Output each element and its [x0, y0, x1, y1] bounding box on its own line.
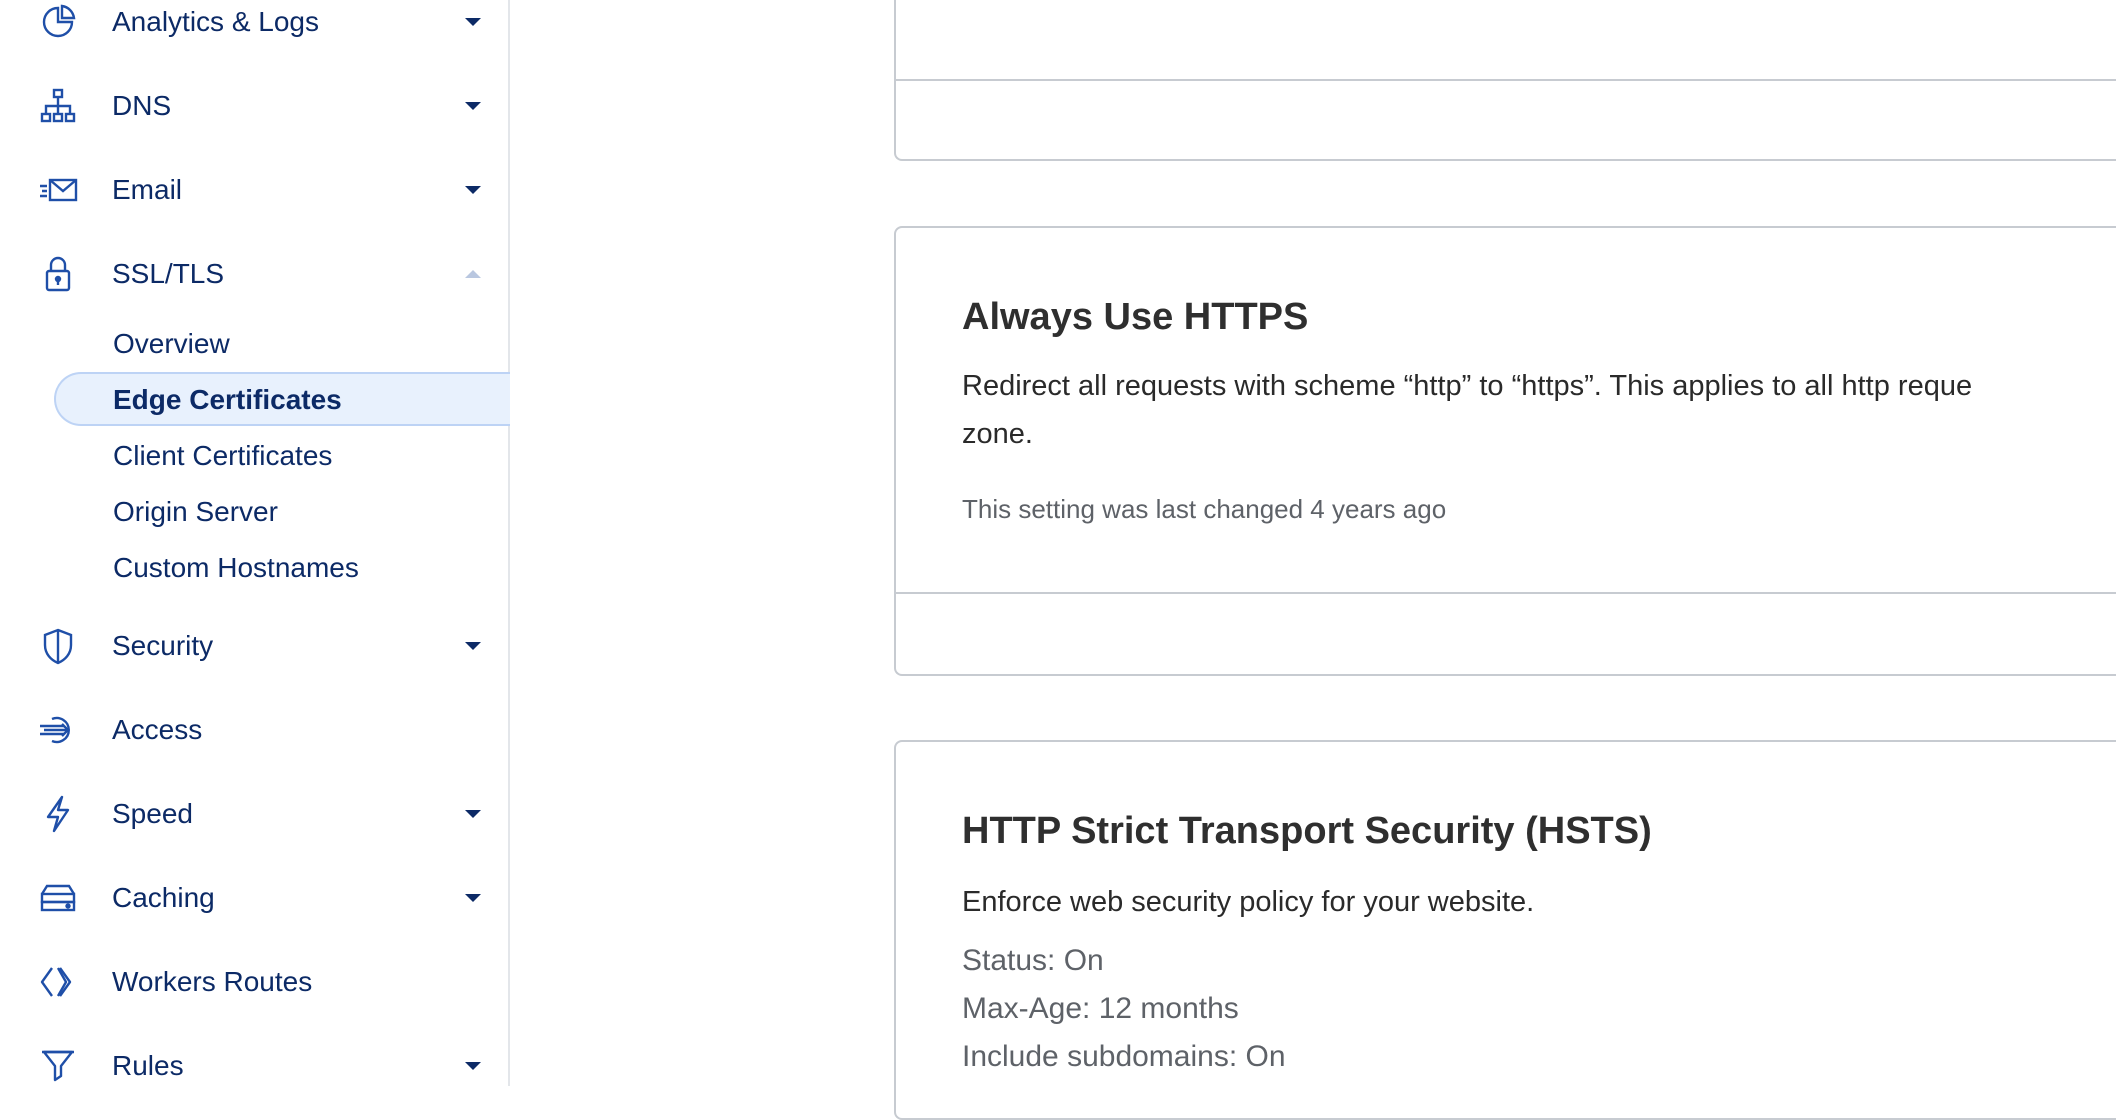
sidebar-item-dns[interactable]: DNS	[0, 71, 510, 141]
sidebar-item-label: Access	[112, 714, 203, 745]
sidebar-item-label: DNS	[112, 90, 172, 121]
workers-icon	[36, 960, 80, 1004]
always-use-https-card: Always Use HTTPS Redirect all requests w…	[894, 226, 2116, 676]
chevron-down-icon	[463, 636, 483, 656]
lightning-icon	[36, 792, 80, 836]
sidebar-item-label: Speed	[112, 798, 193, 829]
sidebar-item-rules[interactable]: Rules	[0, 1031, 510, 1101]
hsts-status: Status: On	[962, 944, 1104, 977]
card-title: Always Use HTTPS	[962, 296, 1309, 338]
sidebar-item-label: Analytics & Logs	[112, 6, 319, 37]
pie-chart-icon	[36, 0, 80, 44]
shield-icon	[36, 624, 80, 668]
chevron-down-icon	[463, 804, 483, 824]
sidebar-item-label: Workers Routes	[112, 966, 313, 997]
sidebar: Analytics & Logs DNS Email SSL/TLS Overv…	[0, 0, 514, 1086]
chevron-down-icon	[463, 888, 483, 908]
sidebar-item-access[interactable]: Access	[0, 695, 510, 765]
funnel-icon	[36, 1044, 80, 1088]
card-divider	[896, 79, 2116, 81]
chevron-down-icon	[463, 180, 483, 200]
card-description: Redirect all requests with scheme “http”…	[962, 370, 1973, 402]
sidebar-item-label: Caching	[112, 882, 215, 913]
envelope-icon	[36, 168, 80, 212]
card-title: HTTP Strict Transport Security (HSTS)	[962, 810, 1652, 852]
sidebar-subitem-origin-server[interactable]: Origin Server	[113, 496, 278, 528]
sidebar-subitem-overview[interactable]: Overview	[113, 328, 230, 360]
server-stack-icon	[36, 876, 80, 920]
hsts-card: HTTP Strict Transport Security (HSTS) En…	[894, 740, 2116, 1120]
sidebar-item-workers-routes[interactable]: Workers Routes	[0, 947, 510, 1017]
sidebar-item-security[interactable]: Security	[0, 611, 510, 681]
chevron-down-icon	[463, 1056, 483, 1076]
lock-icon	[36, 252, 80, 296]
sidebar-item-label: Security	[112, 630, 214, 661]
sidebar-item-caching[interactable]: Caching	[0, 863, 510, 933]
network-tree-icon	[36, 84, 80, 128]
card-description: Enforce web security policy for your web…	[962, 886, 1535, 918]
sidebar-item-label: Email	[112, 174, 183, 205]
sidebar-item-email[interactable]: Email	[0, 155, 510, 225]
sidebar-item-ssl-tls[interactable]: SSL/TLS	[0, 239, 510, 309]
last-changed-text: This setting was last changed 4 years ag…	[962, 494, 1447, 524]
sidebar-item-label: SSL/TLS	[112, 258, 225, 289]
previous-settings-card	[894, 0, 2116, 161]
card-description-continued: zone.	[962, 418, 1033, 450]
sidebar-item-analytics-logs[interactable]: Analytics & Logs	[0, 0, 510, 57]
sidebar-item-speed[interactable]: Speed	[0, 779, 510, 849]
sidebar-item-label: Rules	[112, 1050, 184, 1081]
chevron-down-icon	[463, 96, 483, 116]
hsts-include-subdomains: Include subdomains: On	[962, 1040, 1286, 1073]
chevron-up-icon	[463, 264, 483, 284]
sidebar-subitem-client-certificates[interactable]: Client Certificates	[113, 440, 332, 472]
chevron-down-icon	[463, 12, 483, 32]
sidebar-subitem-custom-hostnames[interactable]: Custom Hostnames	[113, 552, 359, 584]
card-divider	[896, 592, 2116, 594]
sidebar-subitem-edge-certificates[interactable]: Edge Certificates	[113, 384, 342, 416]
access-icon	[36, 708, 80, 752]
hsts-max-age: Max-Age: 12 months	[962, 992, 1239, 1025]
